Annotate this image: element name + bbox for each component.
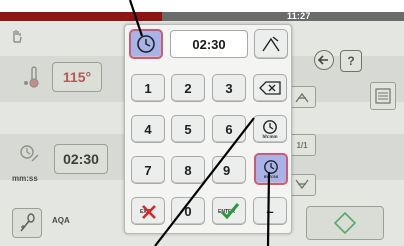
temperature-value: 115° [62,69,92,85]
key-4-label: 4 [144,121,152,137]
edit-button[interactable] [254,29,288,59]
key-7[interactable]: 7 [131,156,165,184]
key-1[interactable]: 1 [131,74,165,102]
hhmm-label: hh:mm [262,133,278,139]
key-5-label: 5 [184,121,192,137]
clock-icon [137,35,155,53]
help-button[interactable]: ? [340,50,362,72]
timer-edit-icon [18,142,40,164]
increase-button[interactable] [288,86,316,108]
backspace-button[interactable] [253,74,287,102]
minus-button[interactable]: – [253,197,287,225]
numeric-keypad: 02:30 1 2 3 4 5 6 hh:mm 7 8 9 mm:ss EXIT… [124,24,292,234]
pen-icon [262,36,280,52]
key-4[interactable]: 4 [131,115,165,143]
timer-tile[interactable]: 02:30 [54,144,108,174]
clock-hhmm-icon [263,119,277,134]
start-button[interactable] [306,206,384,240]
key-2[interactable]: 2 [171,74,205,102]
timer-value: 02:30 [63,151,99,167]
timer-unit-label: mm:ss [12,174,38,183]
cancel-x-icon [142,205,156,219]
key-9[interactable]: 9 [212,156,246,184]
key-6[interactable]: 6 [212,115,246,143]
backspace-icon [259,81,281,95]
probe-button[interactable] [12,208,42,238]
time-display: 02:30 [170,30,248,58]
key-9-label: 9 [223,162,231,178]
key-0[interactable]: 0 [171,197,205,225]
hhmm-mode-button[interactable]: hh:mm [253,115,287,143]
checkmark-icon [220,203,240,220]
decrease-button[interactable] [288,174,316,196]
status-bar: 11:27 [0,0,404,21]
clock-mmss-icon [264,159,278,174]
help-icon: ? [347,54,355,68]
key-3[interactable]: 3 [212,74,246,102]
key-1-label: 1 [144,80,152,96]
thermometer-icon [20,64,44,90]
key-3-label: 3 [225,80,233,96]
clock-mode-button[interactable] [129,29,163,59]
aqa-label: AQA [52,216,70,225]
fraction-button[interactable]: 1/1 [288,134,316,156]
enter-button[interactable]: ENTER [212,197,246,225]
back-button[interactable] [314,50,334,70]
key-8-label: 8 [184,162,192,178]
key-6-label: 6 [225,121,233,137]
exit-button[interactable]: EXIT [131,197,165,225]
time-display-value: 02:30 [192,36,226,52]
key-5[interactable]: 5 [171,115,205,143]
key-2-label: 2 [184,80,192,96]
hand-icon [10,28,24,44]
minus-label: – [266,203,274,219]
mmss-mode-button[interactable]: mm:ss [254,153,288,185]
menu-button[interactable] [370,82,396,110]
temperature-tile[interactable]: 115° [52,62,102,92]
fraction-label: 1/1 [296,140,308,150]
key-8[interactable]: 8 [171,156,205,184]
key-0-label: 0 [184,203,192,219]
mmss-label: mm:ss [263,173,279,179]
key-7-label: 7 [144,162,152,178]
